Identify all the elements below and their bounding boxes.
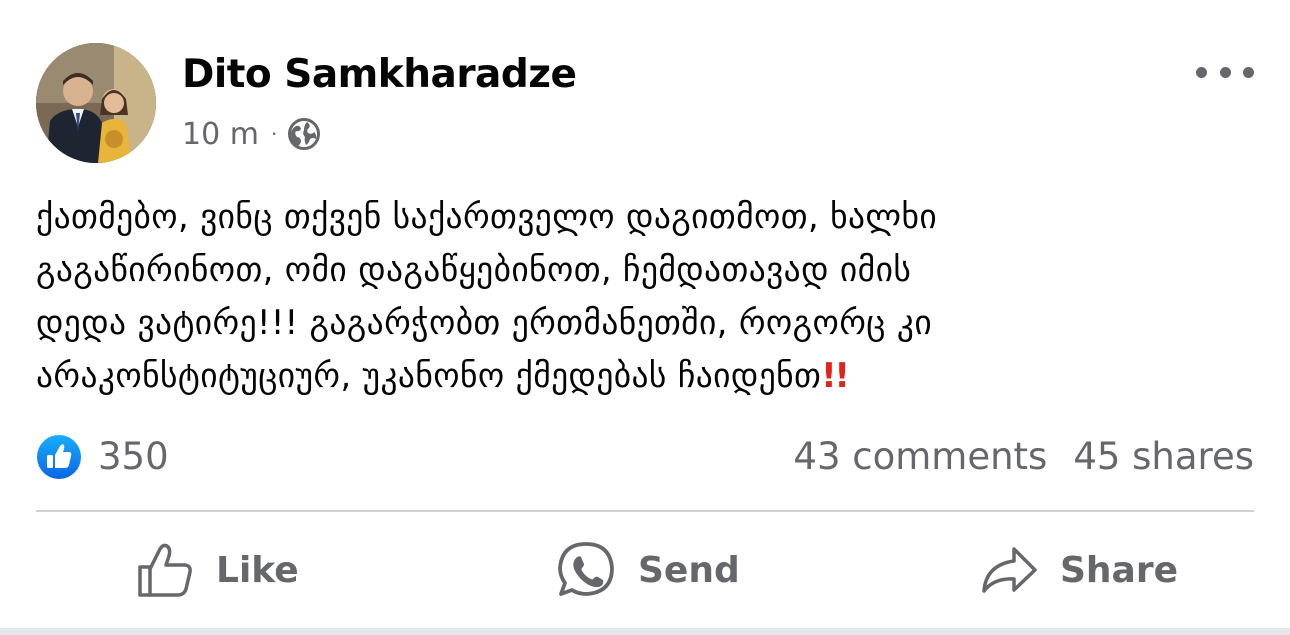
like-reaction-icon[interactable] bbox=[36, 434, 82, 480]
post-stats: 350 43 comments 45 shares bbox=[36, 432, 1254, 482]
send-label: Send bbox=[638, 549, 740, 591]
double-exclamation-emoji: !! bbox=[821, 356, 850, 395]
more-dot bbox=[1243, 66, 1254, 78]
send-button[interactable]: Send bbox=[556, 530, 740, 610]
globe-icon bbox=[287, 117, 321, 151]
author-name[interactable]: Dito Samkharadze bbox=[182, 52, 577, 97]
comments-count[interactable]: 43 comments bbox=[793, 435, 1047, 478]
post-card: Dito Samkharadze 10 m · ქათმებო, ვინც თქ… bbox=[0, 0, 1290, 635]
more-dot bbox=[1219, 66, 1231, 78]
post-text: ქათმებო, ვინც თქვენ საქართველო დაგითმოთ,… bbox=[36, 190, 1256, 402]
like-button[interactable]: Like bbox=[136, 530, 299, 610]
engagement-counts: 43 comments 45 shares bbox=[793, 434, 1254, 480]
post-time[interactable]: 10 m bbox=[182, 117, 259, 152]
avatar-photo bbox=[36, 43, 156, 163]
action-bar: Like Send Share bbox=[0, 530, 1290, 616]
more-options-icon[interactable] bbox=[1196, 57, 1254, 87]
shares-count[interactable]: 45 shares bbox=[1073, 435, 1254, 478]
like-label: Like bbox=[216, 549, 299, 591]
divider bbox=[36, 510, 1254, 512]
thumbs-up-icon bbox=[138, 543, 192, 597]
share-arrow-icon bbox=[982, 547, 1037, 593]
meta-separator: · bbox=[270, 122, 278, 146]
reaction-count[interactable]: 350 bbox=[98, 434, 169, 480]
share-label: Share bbox=[1060, 549, 1179, 591]
post-meta: 10 m · bbox=[182, 114, 321, 154]
share-button[interactable]: Share bbox=[980, 530, 1178, 610]
feed-separator bbox=[0, 628, 1290, 635]
post-text-content: ქათმებო, ვინც თქვენ საქართველო დაგითმოთ,… bbox=[36, 197, 938, 395]
more-dot bbox=[1196, 66, 1207, 78]
author-avatar[interactable] bbox=[36, 43, 156, 163]
whatsapp-icon bbox=[558, 542, 614, 596]
